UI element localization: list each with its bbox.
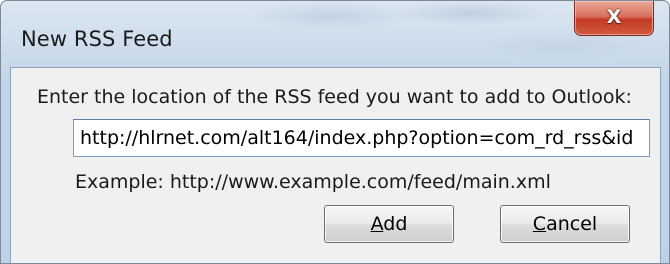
dialog-body: Enter the location of the RSS feed you w… — [10, 67, 661, 263]
window-title: New RSS Feed — [21, 27, 173, 51]
title-bar[interactable]: New RSS Feed X — [1, 1, 669, 61]
example-text: Example: http://www.example.com/feed/mai… — [75, 171, 551, 193]
cancel-button[interactable]: Cancel — [500, 205, 630, 243]
cancel-button-mnemonic: C — [532, 213, 547, 235]
add-button-mnemonic: A — [370, 213, 384, 235]
rss-feed-dialog: New RSS Feed X Enter the location of the… — [0, 0, 670, 264]
add-button-label: dd — [383, 213, 408, 235]
feed-location-label: Enter the location of the RSS feed you w… — [37, 86, 632, 108]
feed-url-input[interactable] — [73, 119, 650, 157]
cancel-button-label: ancel — [546, 213, 598, 235]
add-button[interactable]: Add — [324, 205, 454, 243]
close-icon: X — [606, 6, 622, 28]
close-button[interactable]: X — [574, 1, 654, 36]
